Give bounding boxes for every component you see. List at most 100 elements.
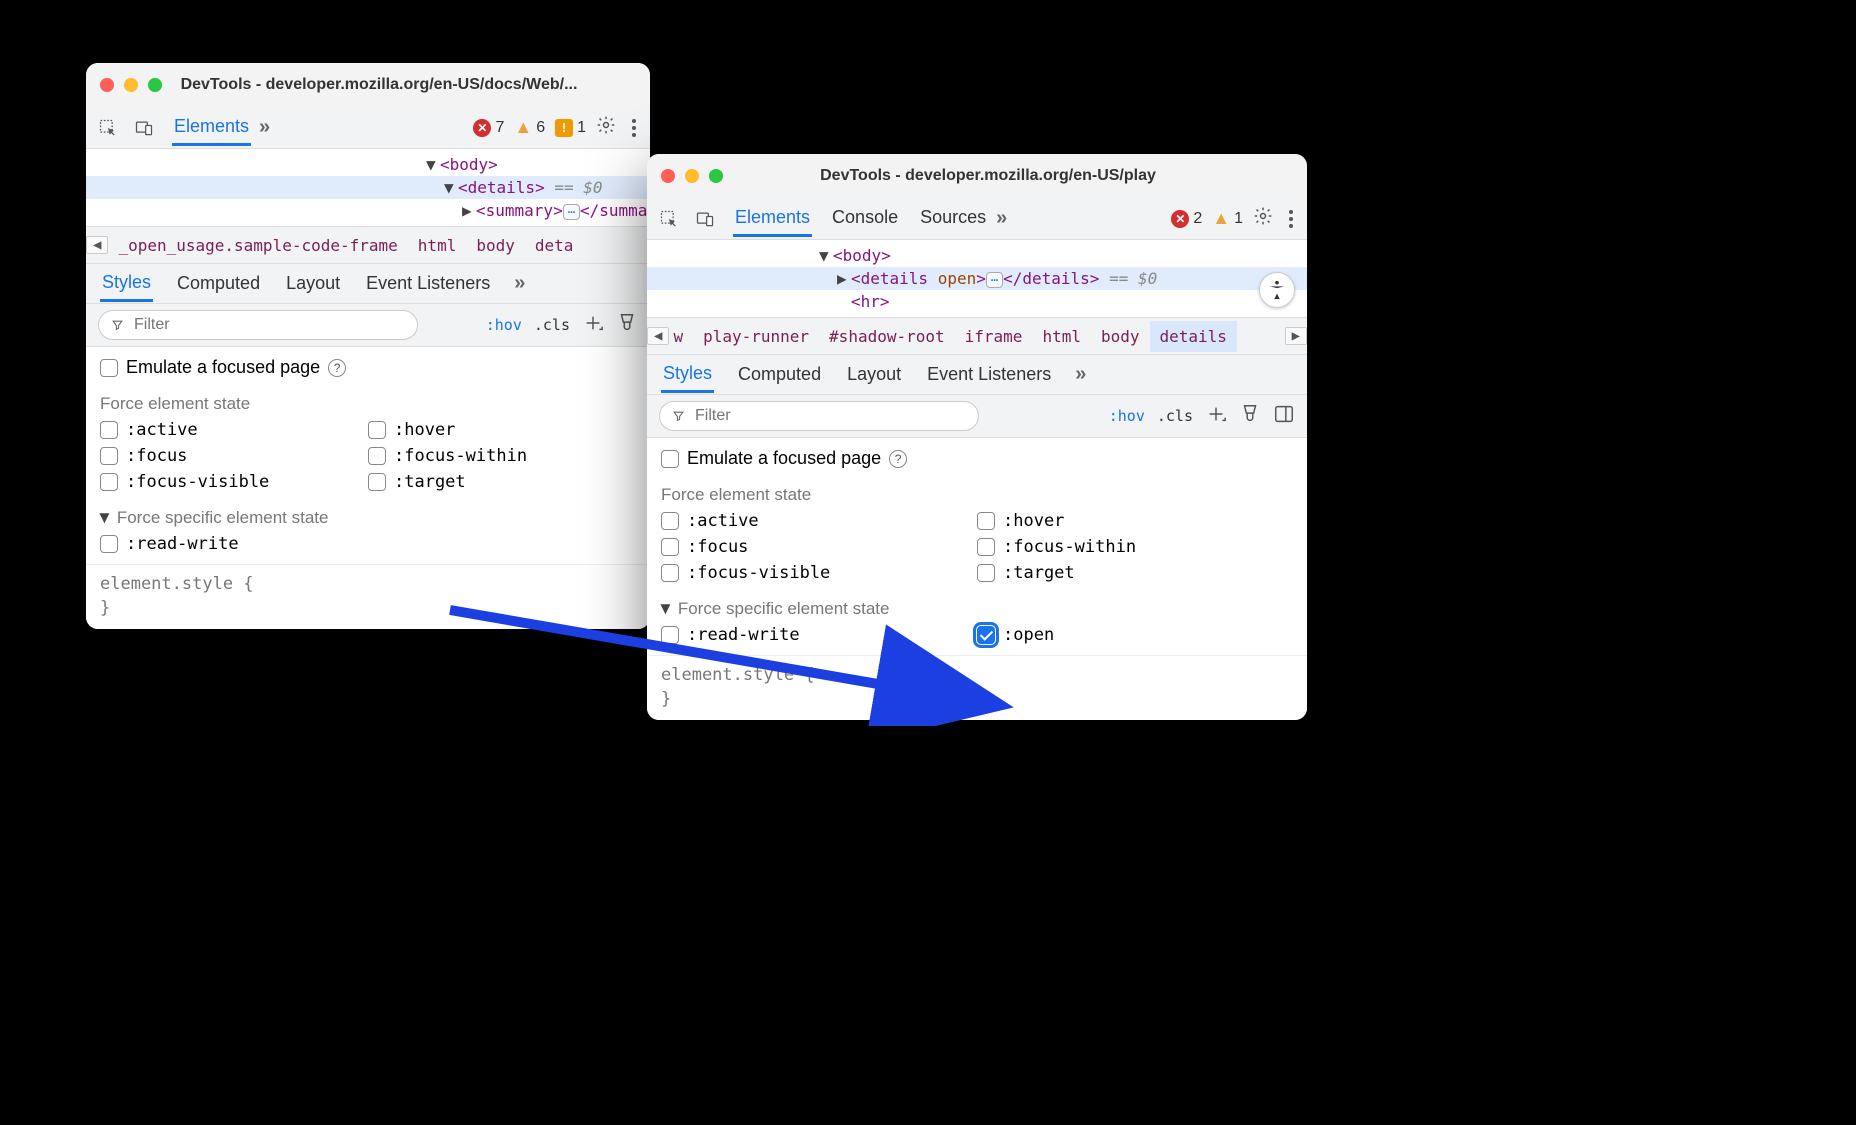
more-tabs-icon[interactable]: » — [259, 116, 267, 139]
breadcrumb-shadow[interactable]: #shadow-root — [819, 321, 955, 352]
subtab-styles[interactable]: Styles — [100, 266, 153, 302]
filter-input[interactable] — [659, 401, 979, 431]
more-tabs-icon[interactable]: » — [996, 207, 1004, 230]
details-open-attr[interactable]: open — [938, 269, 977, 288]
state-focus-visible[interactable]: :focus-visible — [661, 563, 977, 583]
emulate-checkbox[interactable] — [661, 450, 679, 468]
tab-console[interactable]: Console — [830, 201, 900, 237]
help-icon[interactable]: ? — [889, 450, 907, 468]
breadcrumb-left-chevron-icon[interactable]: ◀ — [647, 327, 669, 345]
subtab-event-listeners[interactable]: Event Listeners — [364, 267, 492, 300]
breadcrumb-html[interactable]: html — [408, 230, 467, 261]
body-tag[interactable]: <body> — [440, 155, 498, 174]
breadcrumb-runner[interactable]: play-runner — [693, 321, 819, 352]
state-active[interactable]: :active — [661, 511, 977, 531]
inspect-element-icon[interactable] — [655, 205, 683, 233]
new-style-rule-icon[interactable] — [582, 312, 604, 339]
hov-toggle[interactable]: :hov — [486, 316, 522, 334]
rendering-emulations-icon[interactable] — [616, 312, 638, 339]
titlebar[interactable]: DevTools - developer.mozilla.org/en-US/d… — [86, 63, 650, 107]
state-target[interactable]: :target — [368, 472, 636, 492]
ellipsis-badge-icon[interactable]: ⋯ — [986, 272, 1003, 288]
hr-tag[interactable]: <hr> — [851, 292, 890, 311]
settings-icon[interactable] — [1253, 206, 1273, 231]
state-target[interactable]: :target — [977, 563, 1293, 583]
state-focus[interactable]: :focus — [661, 537, 977, 557]
accessibility-icon[interactable] — [1259, 272, 1295, 308]
filter-field[interactable] — [132, 315, 405, 335]
dom-tree[interactable]: ▼<body> ▶<details open>⋯</details> == $0… — [647, 240, 1307, 317]
breadcrumb-right-chevron-icon[interactable]: ▶ — [1285, 327, 1307, 345]
tab-elements[interactable]: Elements — [172, 110, 251, 146]
computed-sidebar-icon[interactable] — [1273, 403, 1295, 430]
details-tag[interactable]: <details> — [458, 178, 545, 197]
details-open-tag-a[interactable]: <details — [851, 269, 938, 288]
device-toolbar-icon[interactable] — [130, 114, 158, 142]
warnings-badge[interactable]: ▲1 — [1212, 208, 1243, 229]
more-subtabs-icon[interactable]: » — [1075, 363, 1083, 386]
state-hover[interactable]: :hover — [977, 511, 1293, 531]
tab-elements[interactable]: Elements — [733, 201, 812, 237]
cls-toggle[interactable]: .cls — [1157, 407, 1193, 425]
subtab-layout[interactable]: Layout — [845, 358, 903, 391]
breadcrumb-details[interactable]: details — [1150, 321, 1237, 352]
breadcrumb-iframe[interactable]: iframe — [955, 321, 1033, 352]
tab-sources[interactable]: Sources — [918, 201, 988, 237]
state-read-write[interactable]: :read-write — [100, 534, 368, 554]
warnings-badge[interactable]: ▲6 — [514, 117, 545, 138]
device-toolbar-icon[interactable] — [691, 205, 719, 233]
emulate-checkbox[interactable] — [100, 359, 118, 377]
minimize-window-icon[interactable] — [685, 169, 699, 183]
open-checkbox-checked[interactable] — [977, 626, 995, 644]
subtab-layout[interactable]: Layout — [284, 267, 342, 300]
state-hover[interactable]: :hover — [368, 420, 636, 440]
zoom-window-icon[interactable] — [709, 169, 723, 183]
breadcrumb-html[interactable]: html — [1032, 321, 1091, 352]
state-active[interactable]: :active — [100, 420, 368, 440]
filter-field[interactable] — [693, 406, 966, 426]
settings-icon[interactable] — [596, 115, 616, 140]
body-tag[interactable]: <body> — [833, 246, 891, 265]
filter-input[interactable] — [98, 310, 418, 340]
breadcrumb-frame[interactable]: _open_usage.sample-code-frame — [108, 230, 407, 261]
state-focus-visible[interactable]: :focus-visible — [100, 472, 368, 492]
subtab-styles[interactable]: Styles — [661, 357, 714, 393]
close-window-icon[interactable] — [100, 78, 114, 92]
minimize-window-icon[interactable] — [124, 78, 138, 92]
subtab-computed[interactable]: Computed — [736, 358, 823, 391]
force-specific-state-header[interactable]: ▼Force specific element state — [647, 593, 1307, 625]
expand-specific-icon[interactable]: ▼ — [96, 508, 113, 528]
titlebar[interactable]: DevTools - developer.mozilla.org/en-US/p… — [647, 154, 1307, 198]
more-subtabs-icon[interactable]: » — [514, 272, 522, 295]
inspect-element-icon[interactable] — [94, 114, 122, 142]
ellipsis-badge-icon[interactable]: ⋯ — [563, 204, 580, 220]
new-style-rule-icon[interactable] — [1205, 403, 1227, 430]
state-open[interactable]: :open — [977, 625, 1293, 645]
breadcrumb-body[interactable]: body — [1091, 321, 1150, 352]
more-options-icon[interactable] — [626, 115, 642, 141]
state-focus-within[interactable]: :focus-within — [368, 446, 636, 466]
element-style-block[interactable]: element.style { } — [86, 564, 650, 629]
errors-badge[interactable]: ✕7 — [473, 119, 504, 137]
summary-open-tag[interactable]: <summary> — [476, 201, 563, 220]
rendering-emulations-icon[interactable] — [1239, 403, 1261, 430]
errors-badge[interactable]: ✕2 — [1171, 210, 1202, 228]
more-options-icon[interactable] — [1283, 206, 1299, 232]
element-style-block[interactable]: element.style { } — [647, 655, 1307, 720]
hov-toggle[interactable]: :hov — [1109, 407, 1145, 425]
subtab-computed[interactable]: Computed — [175, 267, 262, 300]
breadcrumb-details-partial[interactable]: deta — [525, 230, 574, 261]
breadcrumb-body[interactable]: body — [466, 230, 525, 261]
state-focus[interactable]: :focus — [100, 446, 368, 466]
state-focus-within[interactable]: :focus-within — [977, 537, 1293, 557]
cls-toggle[interactable]: .cls — [534, 316, 570, 334]
dom-tree[interactable]: ▼<body> •••▼<details> == $0 ▶<summary>⋯<… — [86, 149, 650, 226]
issues-badge[interactable]: !1 — [555, 119, 586, 137]
force-specific-state-header[interactable]: ▼Force specific element state — [86, 502, 650, 534]
emulate-focused-page-row[interactable]: Emulate a focused page ? — [86, 347, 650, 388]
breadcrumb-left-chevron-icon[interactable]: ◀ — [86, 236, 108, 254]
emulate-focused-page-row[interactable]: Emulate a focused page ? — [647, 438, 1307, 479]
expand-specific-icon[interactable]: ▼ — [657, 599, 674, 619]
state-read-write[interactable]: :read-write — [661, 625, 977, 645]
subtab-event-listeners[interactable]: Event Listeners — [925, 358, 1053, 391]
